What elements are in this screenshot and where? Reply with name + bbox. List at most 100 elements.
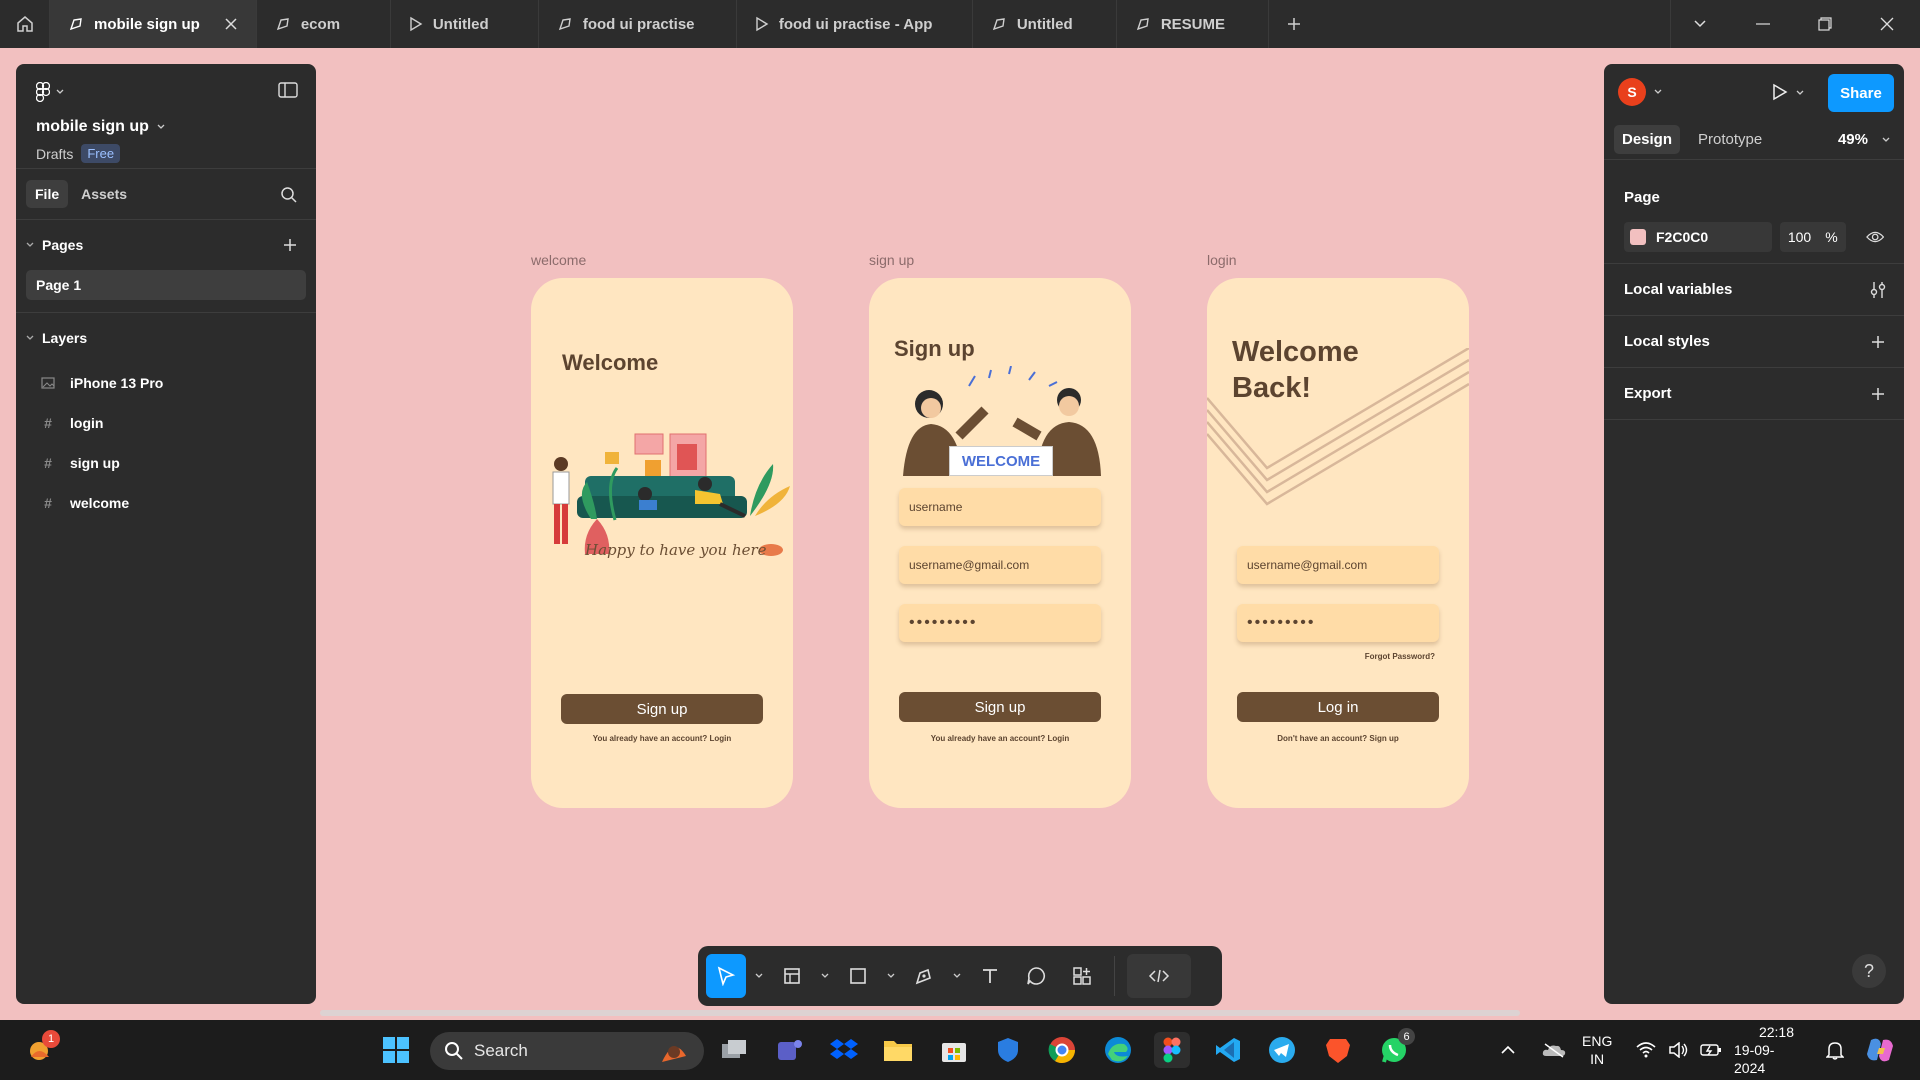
tab-untitled-prototype[interactable]: Untitled xyxy=(391,0,539,48)
frame-tool-caret[interactable] xyxy=(818,973,832,979)
tab-file[interactable]: File xyxy=(26,180,69,208)
login-password-input[interactable]: ••••••••• xyxy=(1237,604,1439,642)
edge-app[interactable] xyxy=(1100,1032,1136,1068)
zoom-dropdown[interactable]: 49% xyxy=(1838,131,1890,148)
plus-icon[interactable] xyxy=(282,237,298,253)
system-tray-quick-settings[interactable] xyxy=(1636,1020,1722,1080)
resources-tool-button[interactable] xyxy=(1062,954,1102,998)
welcome-sign-up-button[interactable]: Sign up xyxy=(561,694,763,724)
color-swatch[interactable] xyxy=(1630,228,1646,245)
tab-assets[interactable]: Assets xyxy=(72,180,136,208)
frame-label-welcome[interactable]: welcome xyxy=(531,252,586,268)
task-view-button[interactable] xyxy=(716,1032,752,1068)
figma-app[interactable] xyxy=(1154,1032,1190,1068)
layer-sign-up[interactable]: # sign up xyxy=(16,443,316,483)
tab-untitled-design[interactable]: Untitled xyxy=(973,0,1117,48)
page-fill-opacity[interactable]: 100 % xyxy=(1779,221,1846,252)
file-explorer-app[interactable] xyxy=(880,1032,916,1068)
comment-tool-button[interactable] xyxy=(1016,954,1056,998)
present-play-icon[interactable] xyxy=(1772,83,1788,101)
shape-tool-caret[interactable] xyxy=(884,973,898,979)
login-email-input[interactable]: username@gmail.com xyxy=(1237,546,1439,584)
brave-app[interactable] xyxy=(1320,1032,1356,1068)
layers-section-header[interactable]: Layers xyxy=(16,313,316,363)
chevron-up-icon[interactable] xyxy=(1500,1045,1516,1055)
avatar[interactable]: S xyxy=(1618,78,1646,106)
layer-login[interactable]: # login xyxy=(16,403,316,443)
layer-iphone-13-pro[interactable]: iPhone 13 Pro xyxy=(16,363,316,403)
telegram-app[interactable] xyxy=(1264,1032,1300,1068)
restore-button[interactable] xyxy=(1794,0,1856,48)
sign-up-email-input[interactable]: username@gmail.com xyxy=(899,546,1101,584)
help-button[interactable]: ? xyxy=(1852,954,1886,988)
share-button[interactable]: Share xyxy=(1828,74,1894,112)
frame-label-login[interactable]: login xyxy=(1207,252,1237,268)
pen-tool-caret[interactable] xyxy=(950,973,964,979)
taskbar-search[interactable]: Search xyxy=(430,1032,704,1070)
tab-ecom[interactable]: ecom xyxy=(257,0,391,48)
sign-up-password-input[interactable]: ••••••••• xyxy=(899,604,1101,642)
frame-tool-button[interactable] xyxy=(772,954,812,998)
sign-up-button[interactable]: Sign up xyxy=(899,692,1101,722)
microsoft-store-app[interactable] xyxy=(936,1032,972,1068)
dropbox-app[interactable] xyxy=(826,1032,862,1068)
frame-login[interactable]: Welcome Back! username@gmail.com •••••••… xyxy=(1207,278,1469,808)
page-fill-color[interactable]: F2C0C0 xyxy=(1624,221,1772,252)
page-item[interactable]: Page 1 xyxy=(26,270,306,300)
defender-app[interactable] xyxy=(990,1032,1026,1068)
search-layers-button[interactable] xyxy=(280,186,298,204)
whatsapp-app[interactable]: 6 xyxy=(1376,1028,1415,1068)
forgot-password-link[interactable]: Forgot Password? xyxy=(1365,652,1435,661)
main-menu-button[interactable] xyxy=(36,82,296,102)
tab-mobile-sign-up[interactable]: mobile sign up xyxy=(50,0,257,48)
tab-prototype[interactable]: Prototype xyxy=(1690,125,1770,154)
toggle-sidebar-button[interactable] xyxy=(278,82,298,98)
variables-settings-icon[interactable] xyxy=(1870,281,1886,299)
tabs-dropdown-button[interactable] xyxy=(1669,0,1731,48)
onedrive-offline-icon[interactable] xyxy=(1542,1042,1566,1058)
close-icon[interactable] xyxy=(224,17,238,31)
project-title[interactable]: mobile sign up xyxy=(36,118,296,136)
tab-design[interactable]: Design xyxy=(1614,125,1681,154)
notifications-button[interactable] xyxy=(1826,1020,1844,1080)
chevron-down-icon[interactable] xyxy=(1654,89,1662,95)
layer-welcome[interactable]: # welcome xyxy=(16,483,316,523)
local-variables-section[interactable]: Local variables xyxy=(1604,264,1904,316)
text-tool-button[interactable] xyxy=(970,954,1010,998)
horizontal-scrollbar[interactable] xyxy=(320,1010,1520,1016)
welcome-login-link[interactable]: You already have an account? Login xyxy=(531,734,793,743)
tab-food-ui-practise[interactable]: food ui practise xyxy=(539,0,737,48)
log-in-button[interactable]: Log in xyxy=(1237,692,1439,722)
drafts-label[interactable]: Drafts xyxy=(36,146,73,162)
eye-icon[interactable] xyxy=(1865,230,1884,244)
teams-app[interactable] xyxy=(772,1032,808,1068)
sign-up-login-link[interactable]: You already have an account? Login xyxy=(869,734,1131,743)
chrome-app[interactable] xyxy=(1044,1032,1080,1068)
rectangle-tool-button[interactable] xyxy=(838,954,878,998)
frame-label-sign-up[interactable]: sign up xyxy=(869,252,914,268)
window-close-button[interactable] xyxy=(1856,0,1918,48)
new-tab-button[interactable] xyxy=(1269,16,1319,32)
clock[interactable]: 22:18 19-09-2024 xyxy=(1734,1020,1794,1080)
home-button[interactable] xyxy=(0,0,50,48)
tab-resume[interactable]: RESUME xyxy=(1117,0,1269,48)
login-sign-up-link[interactable]: Don't have an account? Sign up xyxy=(1207,734,1469,743)
sign-up-username-input[interactable]: username xyxy=(899,488,1101,526)
move-tool-caret[interactable] xyxy=(752,973,766,979)
dev-mode-toggle[interactable] xyxy=(1127,954,1191,998)
start-button[interactable] xyxy=(378,1032,414,1068)
plus-icon[interactable] xyxy=(1870,334,1886,350)
tab-food-ui-practise-app[interactable]: food ui practise - App xyxy=(737,0,973,48)
export-section[interactable]: Export xyxy=(1604,368,1904,420)
move-tool-button[interactable] xyxy=(706,954,746,998)
local-styles-section[interactable]: Local styles xyxy=(1604,316,1904,368)
frame-sign-up[interactable]: Sign up WELCOME username username@gmail.… xyxy=(869,278,1131,808)
plus-icon[interactable] xyxy=(1870,386,1886,402)
vscode-app[interactable] xyxy=(1210,1032,1246,1068)
chevron-down-icon[interactable] xyxy=(1796,90,1804,96)
minimize-button[interactable] xyxy=(1732,0,1794,48)
frame-welcome[interactable]: Welcome Happy to have you here Sign up Y… xyxy=(531,278,793,808)
language-indicator[interactable]: ENG IN xyxy=(1582,1020,1612,1080)
pages-section-header[interactable]: Pages xyxy=(16,220,316,270)
weather-widget[interactable]: 1 xyxy=(22,1030,60,1068)
